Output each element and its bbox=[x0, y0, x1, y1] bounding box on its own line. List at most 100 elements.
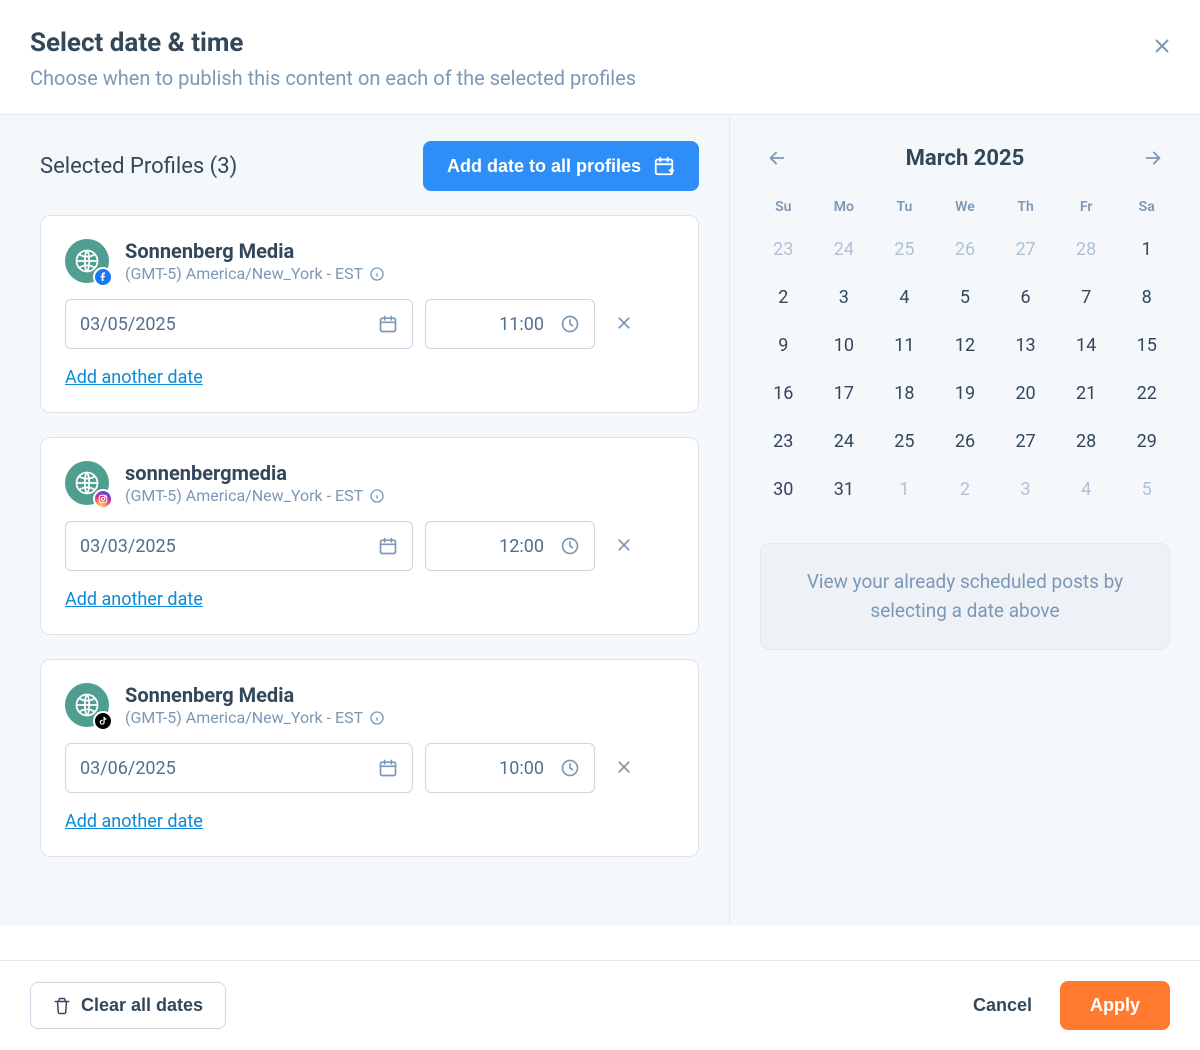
calendar-day[interactable]: 20 bbox=[1002, 379, 1049, 407]
calendar-day[interactable]: 30 bbox=[760, 475, 807, 503]
calendar-title: March 2025 bbox=[906, 146, 1025, 171]
calendar-day[interactable]: 18 bbox=[881, 379, 928, 407]
info-icon[interactable] bbox=[369, 710, 385, 726]
calendar-icon bbox=[378, 314, 398, 334]
remove-date-button[interactable] bbox=[607, 530, 641, 563]
calendar-column: March 2025 SuMoTuWeThFrSa232425262728123… bbox=[730, 115, 1200, 925]
calendar-day[interactable]: 17 bbox=[821, 379, 868, 407]
selected-profiles-label: Selected Profiles (3) bbox=[40, 154, 237, 179]
calendar-day[interactable]: 3 bbox=[821, 283, 868, 311]
calendar-day[interactable]: 21 bbox=[1063, 379, 1110, 407]
calendar-day[interactable]: 26 bbox=[942, 427, 989, 455]
arrow-right-icon bbox=[1142, 147, 1164, 169]
calendar-day-of-week: Fr bbox=[1063, 199, 1110, 215]
time-input[interactable]: 10:00 bbox=[425, 743, 595, 793]
profile-timezone: (GMT-5) America/New_York - EST bbox=[125, 486, 385, 505]
calendar-day[interactable]: 14 bbox=[1063, 331, 1110, 359]
calendar-next-button[interactable] bbox=[1136, 141, 1170, 175]
calendar-day[interactable]: 13 bbox=[1002, 331, 1049, 359]
calendar-day: 23 bbox=[760, 235, 807, 263]
date-time-row: 03/05/2025 11:00 bbox=[65, 299, 674, 349]
calendar-day[interactable]: 1 bbox=[1123, 235, 1170, 263]
date-time-row: 03/06/2025 10:00 bbox=[65, 743, 674, 793]
add-date-all-label: Add date to all profiles bbox=[447, 156, 641, 177]
add-another-date-link[interactable]: Add another date bbox=[65, 811, 203, 832]
calendar-day[interactable]: 15 bbox=[1123, 331, 1170, 359]
calendar-day[interactable]: 29 bbox=[1123, 427, 1170, 455]
date-input[interactable]: 03/05/2025 bbox=[65, 299, 413, 349]
calendar-day: 1 bbox=[881, 475, 928, 503]
calendar-day: 2 bbox=[942, 475, 989, 503]
calendar-day-of-week: Sa bbox=[1123, 199, 1170, 215]
apply-button[interactable]: Apply bbox=[1060, 981, 1170, 1030]
date-value: 03/06/2025 bbox=[80, 758, 176, 779]
profile-timezone: (GMT-5) America/New_York - EST bbox=[125, 708, 385, 727]
calendar-day: 25 bbox=[881, 235, 928, 263]
calendar-day[interactable]: 23 bbox=[760, 427, 807, 455]
avatar-wrap bbox=[65, 683, 109, 727]
dialog-title: Select date & time bbox=[30, 28, 1170, 58]
profile-name: Sonnenberg Media bbox=[125, 682, 385, 708]
profile-card: Sonnenberg Media (GMT-5) America/New_Yor… bbox=[40, 659, 699, 857]
calendar-day[interactable]: 28 bbox=[1063, 427, 1110, 455]
calendar-day-of-week: We bbox=[942, 199, 989, 215]
time-input[interactable]: 12:00 bbox=[425, 521, 595, 571]
calendar-day[interactable]: 10 bbox=[821, 331, 868, 359]
calendar-day[interactable]: 25 bbox=[881, 427, 928, 455]
calendar-day[interactable]: 9 bbox=[760, 331, 807, 359]
profile-name: Sonnenberg Media bbox=[125, 238, 385, 264]
calendar-day[interactable]: 16 bbox=[760, 379, 807, 407]
remove-date-button[interactable] bbox=[607, 308, 641, 341]
time-input[interactable]: 11:00 bbox=[425, 299, 595, 349]
calendar-prev-button[interactable] bbox=[760, 141, 794, 175]
calendar-day[interactable]: 4 bbox=[881, 283, 928, 311]
close-button[interactable] bbox=[1154, 38, 1170, 59]
calendar-day[interactable]: 22 bbox=[1123, 379, 1170, 407]
instagram-badge-icon bbox=[93, 489, 113, 509]
clear-all-button[interactable]: Clear all dates bbox=[30, 982, 226, 1029]
calendar-hint: View your already scheduled posts by sel… bbox=[760, 543, 1170, 650]
profile-card: Sonnenberg Media (GMT-5) America/New_Yor… bbox=[40, 215, 699, 413]
calendar-day-of-week: Th bbox=[1002, 199, 1049, 215]
profile-timezone: (GMT-5) America/New_York - EST bbox=[125, 264, 385, 283]
calendar-day-of-week: Su bbox=[760, 199, 807, 215]
date-input[interactable]: 03/03/2025 bbox=[65, 521, 413, 571]
calendar-day[interactable]: 19 bbox=[942, 379, 989, 407]
arrow-left-icon bbox=[766, 147, 788, 169]
calendar-day: 26 bbox=[942, 235, 989, 263]
remove-date-button[interactable] bbox=[607, 752, 641, 785]
calendar-day[interactable]: 2 bbox=[760, 283, 807, 311]
calendar-day[interactable]: 12 bbox=[942, 331, 989, 359]
avatar-wrap bbox=[65, 239, 109, 283]
calendar-day[interactable]: 6 bbox=[1002, 283, 1049, 311]
add-another-date-link[interactable]: Add another date bbox=[65, 367, 203, 388]
profiles-header: Selected Profiles (3) Add date to all pr… bbox=[40, 141, 699, 191]
date-input[interactable]: 03/06/2025 bbox=[65, 743, 413, 793]
calendar-day: 3 bbox=[1002, 475, 1049, 503]
profile-meta: sonnenbergmedia (GMT-5) America/New_York… bbox=[125, 460, 385, 505]
facebook-badge-icon bbox=[93, 267, 113, 287]
calendar-day[interactable]: 8 bbox=[1123, 283, 1170, 311]
calendar-day: 24 bbox=[821, 235, 868, 263]
calendar-day[interactable]: 27 bbox=[1002, 427, 1049, 455]
calendar-icon bbox=[378, 758, 398, 778]
calendar-day-of-week: Mo bbox=[821, 199, 868, 215]
calendar-day: 5 bbox=[1123, 475, 1170, 503]
info-icon[interactable] bbox=[369, 488, 385, 504]
profile-card: sonnenbergmedia (GMT-5) America/New_York… bbox=[40, 437, 699, 635]
cancel-button[interactable]: Cancel bbox=[973, 995, 1032, 1016]
dialog-subtitle: Choose when to publish this content on e… bbox=[30, 66, 1170, 90]
profile-name: sonnenbergmedia bbox=[125, 460, 385, 486]
info-icon[interactable] bbox=[369, 266, 385, 282]
calendar-day[interactable]: 31 bbox=[821, 475, 868, 503]
add-another-date-link[interactable]: Add another date bbox=[65, 589, 203, 610]
calendar-day[interactable]: 7 bbox=[1063, 283, 1110, 311]
clock-icon bbox=[560, 758, 580, 778]
calendar-day[interactable]: 5 bbox=[942, 283, 989, 311]
add-date-all-button[interactable]: Add date to all profiles bbox=[423, 141, 699, 191]
dialog-footer: Clear all dates Cancel Apply bbox=[0, 960, 1200, 1050]
calendar-day[interactable]: 11 bbox=[881, 331, 928, 359]
dialog-header: Select date & time Choose when to publis… bbox=[0, 0, 1200, 115]
calendar-header: March 2025 bbox=[760, 141, 1170, 175]
calendar-day[interactable]: 24 bbox=[821, 427, 868, 455]
